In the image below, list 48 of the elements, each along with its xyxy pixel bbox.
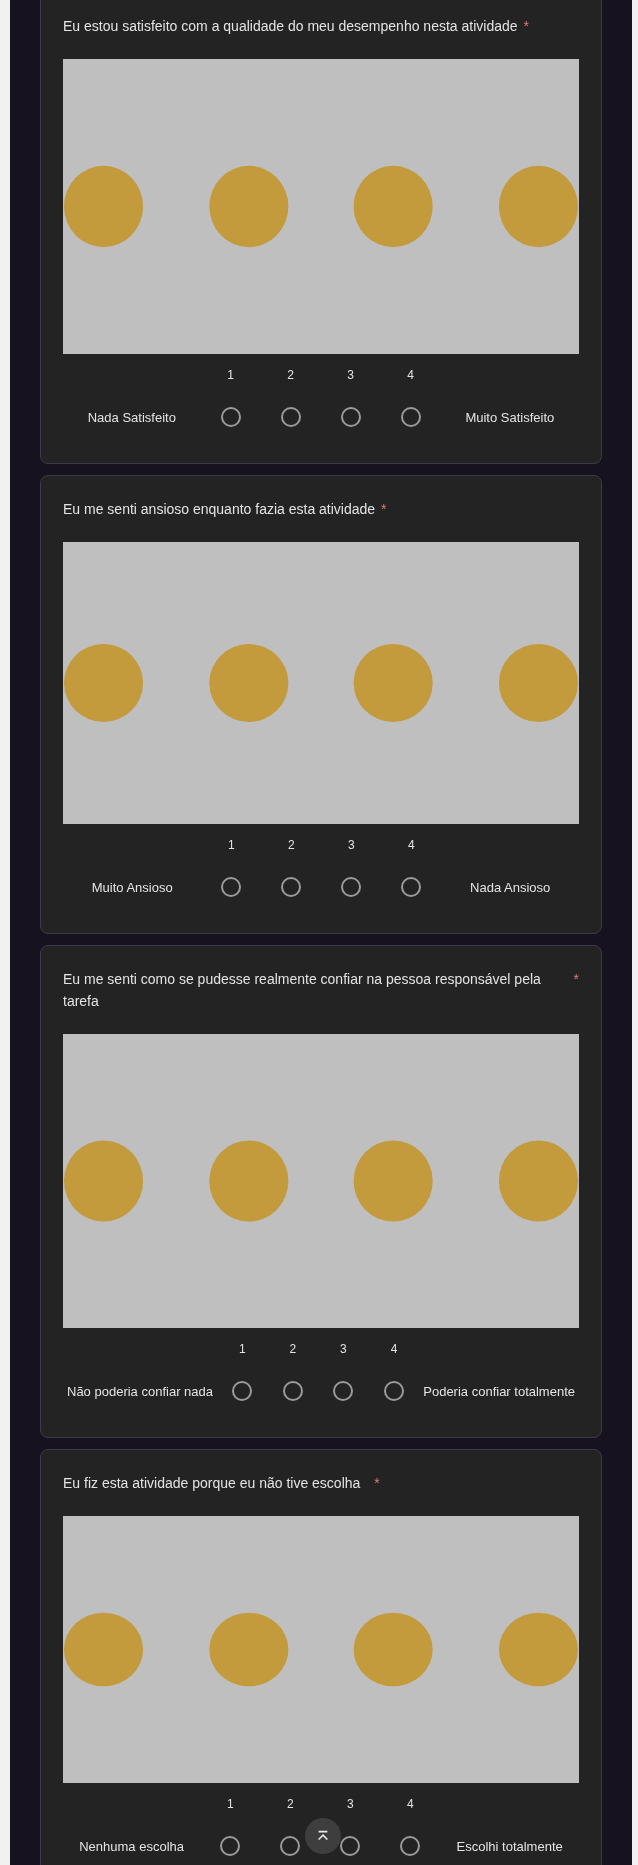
question-title: Eu estou satisfeito com a qualidade do meu desempenho nesta atividade	[63, 17, 518, 36]
chevron-up-icon	[316, 1829, 330, 1843]
scale-label: Não poderia confiar nada	[66, 1383, 214, 1401]
radio-button[interactable]	[281, 877, 302, 897]
option-number: 4	[406, 1796, 414, 1812]
radio-button[interactable]	[280, 407, 301, 427]
option-number: 1	[228, 837, 235, 853]
option-number: 2	[287, 367, 294, 383]
question-title: Eu me senti ansioso enquanto fazia esta atividade	[63, 500, 376, 519]
scale-label: Nada Satisfeito	[86, 409, 177, 427]
radio-button[interactable]	[341, 877, 362, 897]
scale-label: Muito Ansioso	[90, 879, 174, 897]
radio-button[interactable]	[383, 1381, 404, 1401]
option-number: 2	[289, 1341, 297, 1357]
option-number: 4	[390, 1341, 398, 1357]
option-number: 3	[340, 1341, 347, 1357]
question-title: Eu fiz esta atividade porque eu não tive escolha	[63, 1474, 361, 1493]
option-number: 3	[348, 837, 355, 853]
scale-label: Escolhi totalmente	[455, 1838, 564, 1856]
scale-label: Nenhuma escolha	[78, 1838, 186, 1856]
radio-button[interactable]	[282, 1381, 303, 1401]
radio-button[interactable]	[280, 1836, 301, 1856]
scale-label: Muito Satisfeito	[464, 409, 556, 427]
required-mark: *	[374, 1474, 380, 1493]
option-number: 4	[408, 837, 415, 853]
option-number: 3	[347, 367, 354, 383]
option-number: 3	[346, 1796, 354, 1812]
option-number: 1	[227, 367, 234, 383]
radio-button[interactable]	[232, 1381, 253, 1401]
radio-button[interactable]	[220, 1836, 241, 1856]
radio-button[interactable]	[400, 1836, 421, 1856]
radio-button[interactable]	[221, 877, 242, 897]
option-number: 1	[226, 1796, 234, 1812]
radio-button[interactable]	[340, 407, 361, 427]
required-mark: *	[381, 500, 387, 519]
option-number: 4	[407, 367, 414, 383]
scale-label: Poderia confiar totalmente	[422, 1383, 576, 1401]
required-mark: *	[523, 17, 529, 36]
option-number: 2	[288, 837, 295, 853]
radio-button[interactable]	[401, 877, 422, 897]
option-number: 2	[286, 1796, 294, 1812]
radio-button[interactable]	[333, 1381, 354, 1401]
question-title: Eu me senti como se pudesse realmente confiar na pessoa responsável pela tarefa	[63, 970, 542, 1011]
radio-button[interactable]	[400, 407, 421, 427]
required-mark: *	[573, 970, 579, 989]
scale-label: Nada Ansioso	[469, 879, 552, 897]
option-number: 1	[238, 1341, 246, 1357]
radio-button[interactable]	[220, 407, 241, 427]
